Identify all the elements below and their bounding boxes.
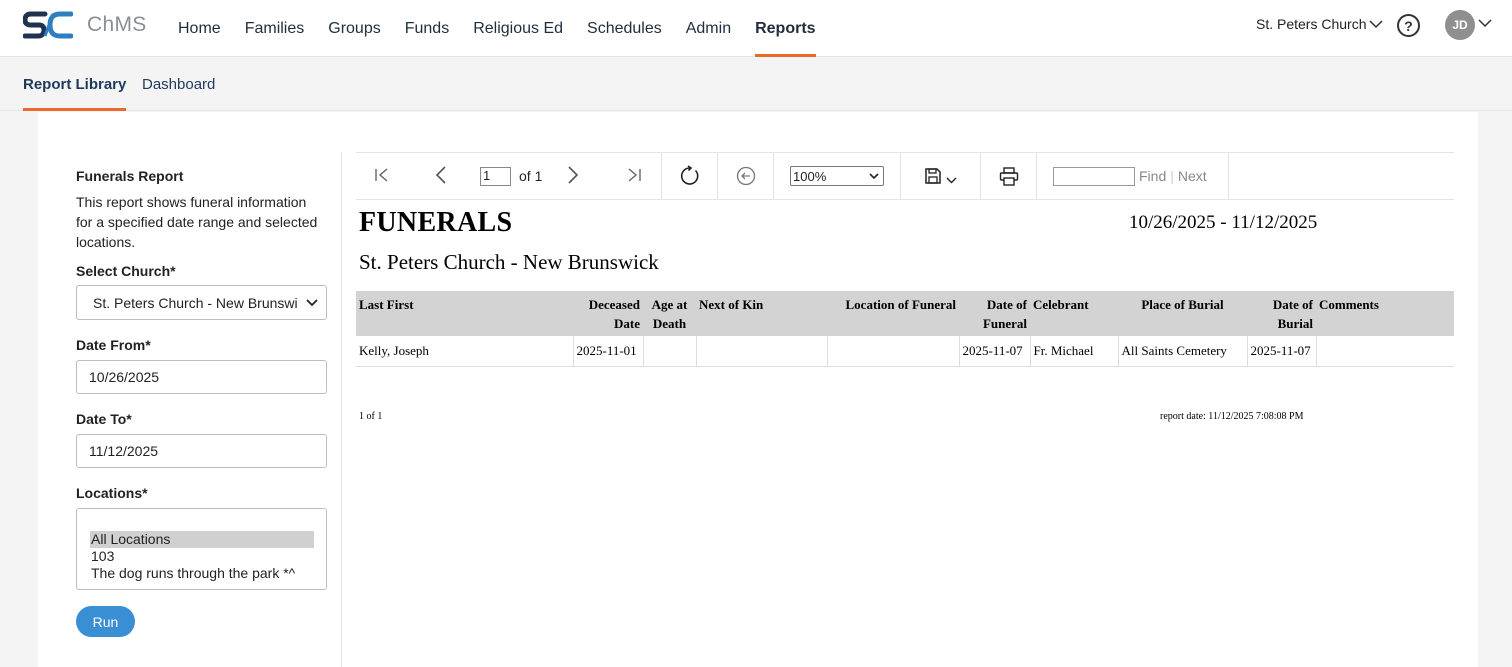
zoom-value: 100% [793,168,827,184]
back-icon[interactable] [736,166,756,186]
tab-dashboard[interactable]: Dashboard [142,57,215,111]
print-icon[interactable] [999,166,1019,186]
next-page-icon[interactable] [567,166,579,184]
page-input[interactable]: 1 [480,167,511,186]
column-header[interactable]: Last First [356,291,573,336]
table-row: Kelly, Joseph 2025-11-01 2025-11-07 Fr. … [356,336,1454,367]
table-cell: Kelly, Joseph [356,336,574,367]
date-from-input[interactable]: 10/26/2025 [76,360,327,394]
refresh-group [662,153,718,199]
locations-label: Locations* [76,485,148,501]
table-cell [827,336,960,367]
help-icon[interactable]: ? [1397,14,1420,37]
nav-schedules[interactable]: Schedules [575,0,674,57]
refresh-icon[interactable] [679,165,701,187]
page-footer: 1 of 1 [359,411,383,422]
column-header[interactable]: Location of Funeral [827,291,959,336]
nav-home[interactable]: Home [166,0,233,57]
report-viewer: 1 of 1 100% Find | Next FUNERALS 10/26/2… [356,152,1454,667]
top-navbar: ChMS Home Families Groups Funds Religiou… [0,0,1512,57]
last-page-icon[interactable] [626,167,642,183]
report-subtitle: St. Peters Church - New Brunswick [359,250,659,274]
report-date: report date: 11/12/2025 7:08:08 PM [1160,411,1304,422]
date-to-label: Date To* [76,411,132,427]
back-group [718,153,774,199]
viewer-toolbar: 1 of 1 100% Find | Next [356,152,1454,200]
report-heading: FUNERALS [359,207,513,238]
date-from-label: Date From* [76,337,151,353]
table-cell [696,336,828,367]
run-button[interactable]: Run [76,606,135,637]
nav-admin[interactable]: Admin [674,0,743,57]
chevron-down-icon[interactable] [1478,18,1492,28]
location-option[interactable]: All Locations [90,531,314,548]
column-header[interactable]: Date of Funeral [959,291,1030,336]
nav-families[interactable]: Families [233,0,317,57]
chevron-down-icon[interactable] [946,177,957,184]
table-cell: Fr. Michael [1030,336,1119,367]
find-separator: | [1170,168,1174,184]
main-nav: Home Families Groups Funds Religious Ed … [166,0,828,57]
church-select[interactable]: St. Peters Church - New Brunswick [76,285,327,320]
sc-logo-icon [23,11,73,39]
column-header[interactable]: Place of Burial [1118,291,1247,336]
column-header[interactable]: Celebrant [1030,291,1118,336]
report-panel: Funerals Report This report shows funera… [38,112,1478,667]
church-name: St. Peters Church [1256,16,1367,32]
report-description: This report shows funeral information fo… [76,194,318,250]
church-switcher[interactable]: St. Peters Church [1256,16,1383,32]
table-header-row: Last First Deceased Date Age at Death Next… [356,291,1454,336]
date-to-input[interactable]: 11/12/2025 [76,434,327,468]
nav-religious-ed[interactable]: Religious Ed [461,0,575,57]
locations-listbox[interactable]: All Locations 103 The dog runs through t… [76,508,327,590]
report-date-range: 10/26/2025 - 11/12/2025 [1129,212,1318,233]
nav-groups[interactable]: Groups [316,0,392,57]
column-header[interactable]: Date of Burial [1247,291,1316,336]
save-icon[interactable] [924,167,942,185]
tab-report-library[interactable]: Report Library [23,57,127,111]
nav-reports[interactable]: Reports [743,0,827,57]
report-title: Funerals Report [76,168,184,184]
church-label: Select Church* [76,263,176,279]
find-button[interactable]: Find [1139,168,1166,184]
save-group [901,153,981,199]
app-name: ChMS [87,13,147,36]
location-option[interactable]: The dog runs through the park *^ [90,565,314,582]
zoom-group: 100% [774,153,901,199]
page-count: of 1 [519,168,543,184]
sub-nav: Report Library Dashboard [0,57,1512,111]
nav-funds[interactable]: Funds [393,0,461,57]
divider [341,152,342,667]
first-page-icon[interactable] [374,167,390,183]
table-cell [1316,336,1454,367]
prev-page-icon[interactable] [435,166,447,184]
table-cell [643,336,697,367]
funerals-table: Last First Deceased Date Age at Death Next… [356,291,1454,367]
page-input-value: 1 [480,167,511,186]
table-cell: All Saints Cemetery [1118,336,1248,367]
table-cell: 2025-11-01 [573,336,644,367]
find-input[interactable] [1053,166,1135,186]
pager-group: 1 of 1 [356,153,662,199]
logo[interactable] [23,10,73,40]
location-option[interactable]: 103 [90,548,314,565]
find-group: Find | Next [1037,153,1229,199]
church-select-value: St. Peters Church - New Brunswick [93,294,298,311]
print-group [981,153,1037,199]
find-next-button[interactable]: Next [1178,168,1207,184]
table-cell: 2025-11-07 [1247,336,1317,367]
zoom-select[interactable]: 100% [790,166,884,186]
column-header[interactable]: Age at Death [643,291,696,336]
table-cell: 2025-11-07 [959,336,1031,367]
avatar[interactable]: JD [1445,10,1475,40]
column-header[interactable]: Next of Kin [696,291,827,336]
column-header[interactable]: Deceased Date [573,291,643,336]
chevron-down-icon [1368,20,1383,29]
chevron-down-icon [869,172,879,179]
chevron-down-icon [306,298,318,306]
column-header[interactable]: Comments [1316,291,1454,336]
